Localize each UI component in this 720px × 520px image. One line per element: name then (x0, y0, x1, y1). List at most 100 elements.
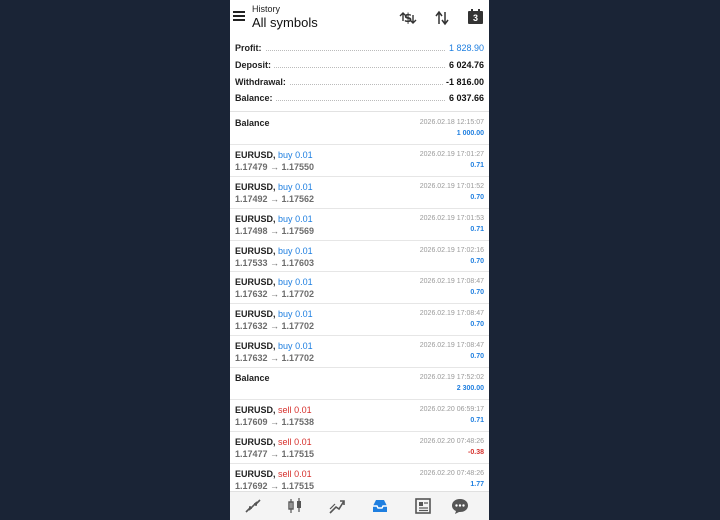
symbol-filter-title[interactable]: All symbols (252, 15, 318, 30)
row-date: 2026.02.19 17:01:27 (419, 150, 484, 158)
row-volume: 0.01 (295, 341, 313, 352)
row-volume: 0.01 (295, 181, 313, 192)
row-date: 2026.02.19 17:52:02 (419, 374, 484, 382)
row-volume: 0.01 (294, 468, 312, 479)
summary-row: Balance: 6 037.66 (230, 90, 489, 107)
history-list[interactable]: Balance 2026.02.18 12:15:07 1 000.00 EURUSD… (230, 113, 489, 496)
bottom-nav (230, 491, 489, 520)
summary-value: -1 816.00 (442, 76, 484, 87)
summary-panel: Profit: 1 828.90 Deposit: 6 024.76 Withdrawa… (230, 40, 489, 107)
row-direction: buy (278, 309, 293, 320)
row-volume: 0.01 (295, 245, 313, 256)
row-direction: buy (278, 149, 293, 160)
balance-row[interactable]: Balance 2026.02.19 17:52:02 2 300.00 (230, 368, 489, 401)
deal-row[interactable]: EURUSD, buy 0.01 1.17632 → 1.17702 2026.02… (230, 336, 489, 369)
summary-row: Deposit: 6 024.76 (230, 57, 489, 74)
row-prices: 1.17632 → 1.17702 (235, 353, 315, 364)
row-date: 2026.02.20 07:48:26 (419, 469, 484, 477)
row-prices: 1.17632 → 1.17702 (235, 321, 315, 332)
row-date: 2026.02.19 17:08:47 (419, 278, 484, 286)
row-title: Balance (235, 373, 270, 383)
deal-row[interactable]: EURUSD, buy 0.01 1.17632 → 1.17702 2026.02… (230, 272, 489, 305)
row-date: 2026.02.19 17:01:52 (419, 182, 484, 190)
summary-divider (230, 111, 489, 112)
row-prices: 1.17609 → 1.17538 (235, 417, 315, 428)
row-direction: buy (278, 213, 293, 224)
row-symbol: EURUSD (235, 405, 274, 416)
row-direction: sell (278, 405, 292, 416)
top-bar: History All symbols $ 3 (230, 0, 489, 36)
summary-label: Balance: (235, 93, 276, 104)
row-volume: 0.01 (294, 405, 312, 416)
row-amount: -0.38 (468, 448, 484, 456)
calendar-day: 3 (472, 13, 478, 23)
row-direction: buy (278, 181, 293, 192)
inbox-tab-icon[interactable] (370, 496, 390, 516)
menu-icon[interactable] (233, 11, 245, 21)
deal-row[interactable]: EURUSD, buy 0.01 1.17533 → 1.17603 2026.02… (230, 241, 489, 273)
row-date: 2026.02.18 12:15:07 (419, 119, 484, 126)
row-title: EURUSD, buy 0.01 (235, 309, 313, 319)
calendar-icon[interactable]: 3 (468, 9, 483, 24)
row-date: 2026.02.20 06:59:17 (419, 406, 484, 414)
row-title: EURUSD, buy 0.01 (235, 277, 313, 287)
row-prices: 1.17492 → 1.17562 (235, 193, 315, 204)
row-symbol: Balance (235, 118, 270, 128)
summary-value: 6 024.76 (445, 59, 484, 70)
deal-row[interactable]: EURUSD, buy 0.01 1.17498 → 1.17569 2026.02… (230, 209, 489, 241)
row-title: EURUSD, buy 0.01 (235, 341, 313, 351)
row-date: 2026.02.19 17:08:47 (419, 310, 484, 318)
row-amount: 0.71 (470, 161, 484, 169)
summary-value: 1 828.90 (445, 43, 484, 53)
row-title: EURUSD, buy 0.01 (235, 150, 313, 160)
deal-row[interactable]: EURUSD, buy 0.01 1.17492 → 1.17562 2026.02… (230, 177, 489, 209)
row-amount: 1.77 (470, 480, 484, 488)
row-amount: 0.70 (470, 289, 484, 297)
row-symbol: EURUSD (235, 436, 274, 447)
row-date: 2026.02.20 07:48:26 (419, 437, 484, 445)
row-amount: 0.71 (470, 417, 484, 425)
row-volume: 0.01 (295, 149, 313, 160)
deal-row[interactable]: EURUSD, buy 0.01 1.17479 → 1.17550 2026.02… (230, 145, 489, 177)
row-amount: 0.71 (470, 225, 484, 233)
app-screen: History All symbols $ 3 Profit: 1 828.90 D… (230, 0, 489, 520)
row-direction: sell (278, 436, 292, 447)
row-prices: 1.17533 → 1.17603 (235, 257, 315, 268)
row-prices: 1.17632 → 1.17702 (235, 289, 315, 300)
row-symbol: Balance (235, 373, 270, 384)
deposit-icon[interactable]: $ (399, 9, 417, 27)
summary-value: 6 037.66 (445, 93, 484, 104)
sort-icon[interactable] (433, 9, 451, 27)
newspaper-tab-icon[interactable] (413, 496, 433, 516)
deal-row[interactable]: EURUSD, buy 0.01 1.17632 → 1.17702 2026.02… (230, 304, 489, 337)
quotes-tab-icon[interactable] (243, 496, 263, 516)
candlestick-tab-icon[interactable] (285, 496, 305, 516)
summary-row: Profit: 1 828.90 (230, 40, 489, 57)
chat-tab-icon[interactable] (450, 496, 470, 516)
row-volume: 0.01 (295, 213, 313, 224)
row-title: EURUSD, buy 0.01 (235, 214, 313, 224)
row-title: EURUSD, sell 0.01 (235, 469, 312, 479)
row-volume: 0.01 (294, 436, 312, 447)
summary-label: Profit: (235, 43, 265, 53)
summary-label: Deposit: (235, 59, 274, 70)
row-title: Balance (235, 118, 270, 128)
row-date: 2026.02.19 17:01:53 (419, 214, 484, 222)
balance-row[interactable]: Balance 2026.02.18 12:15:07 1 000.00 (230, 113, 489, 145)
deal-row[interactable]: EURUSD, sell 0.01 1.17609 → 1.17538 2026.0… (230, 400, 489, 432)
row-volume: 0.01 (295, 309, 313, 320)
trend-tab-icon[interactable] (327, 496, 347, 516)
row-amount: 0.70 (470, 321, 484, 329)
row-symbol: EURUSD (235, 149, 274, 160)
row-symbol: EURUSD (235, 277, 274, 288)
row-amount: 0.70 (470, 193, 484, 201)
row-symbol: EURUSD (235, 181, 274, 192)
summary-label: Withdrawal: (235, 76, 289, 87)
row-symbol: EURUSD (235, 341, 274, 352)
row-symbol: EURUSD (235, 213, 274, 224)
page-subtitle: History (252, 4, 281, 14)
row-direction: buy (278, 277, 293, 288)
row-symbol: EURUSD (235, 309, 274, 320)
deal-row[interactable]: EURUSD, sell 0.01 1.17477 → 1.17515 2026.0… (230, 432, 489, 464)
row-prices: 1.17692 → 1.17515 (235, 480, 315, 491)
